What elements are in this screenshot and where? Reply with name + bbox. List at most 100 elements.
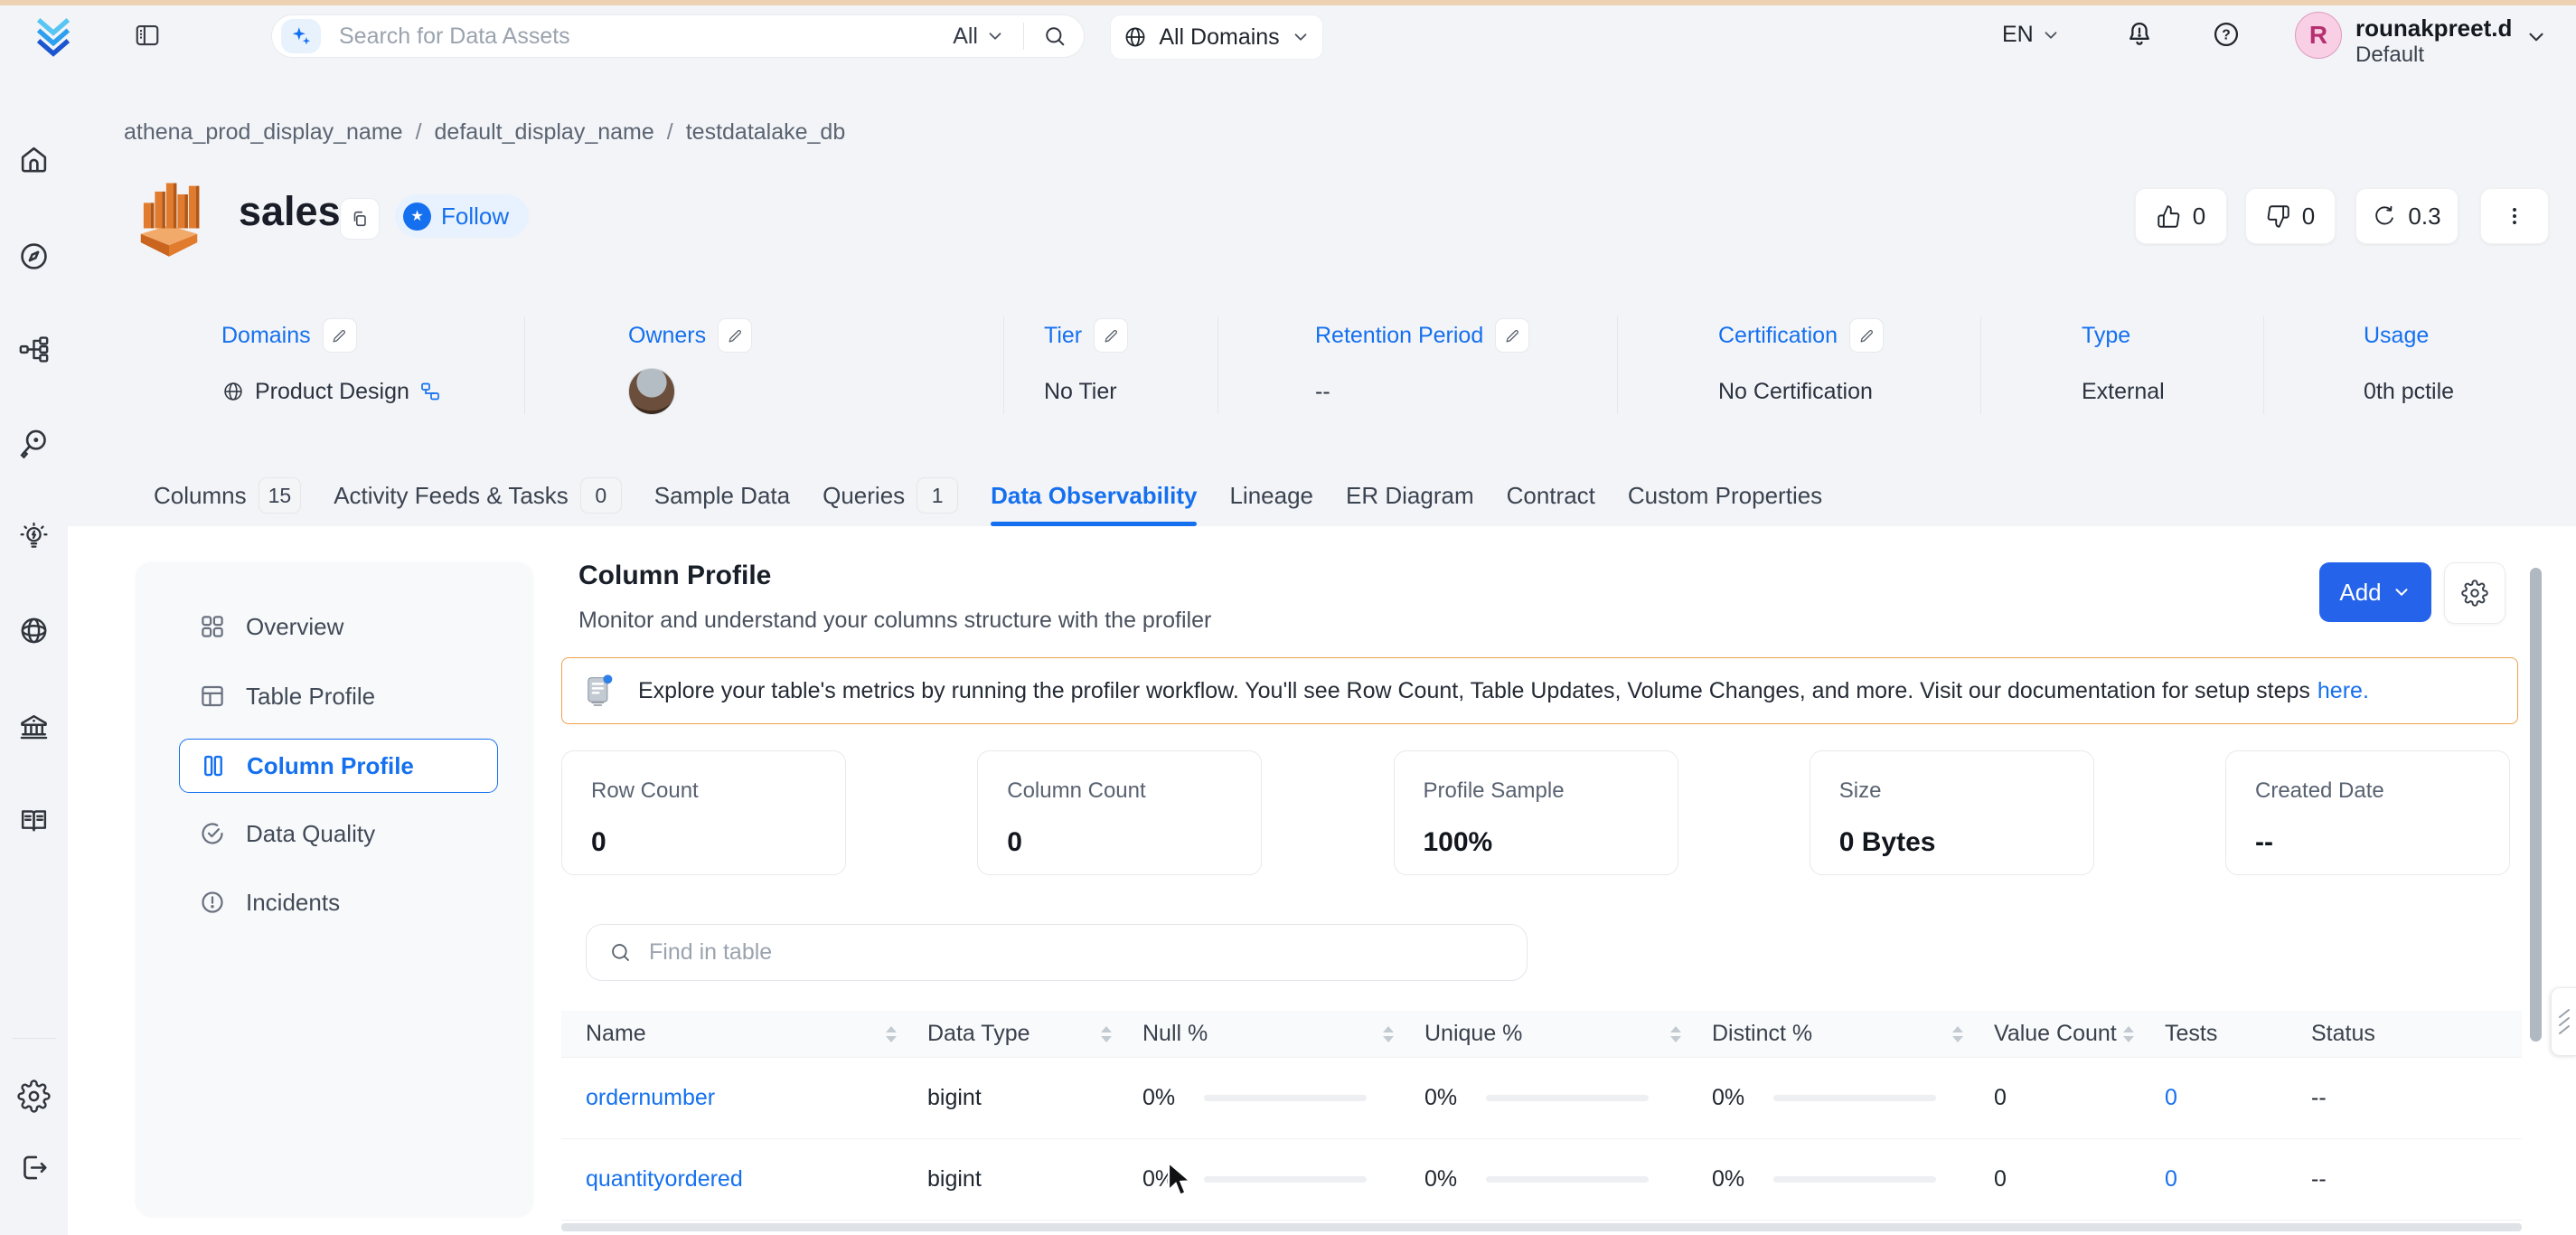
breadcrumb-database[interactable]: testdatalake_db [686, 119, 846, 146]
language-label: EN [2002, 22, 2034, 47]
globe-icon [1125, 27, 1145, 47]
nav-observability-icon[interactable] [17, 427, 51, 460]
logout-icon[interactable] [17, 1151, 51, 1184]
language-dropdown[interactable]: EN [2002, 22, 2061, 48]
type-value: External [2082, 378, 2165, 404]
profiler-settings-button[interactable] [2444, 562, 2505, 624]
edit-retention-button[interactable] [1495, 318, 1530, 353]
nav-platform-icon[interactable] [17, 333, 51, 366]
certification-label: Certification [1718, 322, 1838, 348]
progress-track [1486, 1095, 1650, 1101]
downvote-count: 0 [2301, 202, 2316, 230]
profiler-info-banner: Explore your table's metrics by running … [561, 657, 2518, 724]
banner-text: Explore your table's metrics by running … [638, 677, 2369, 703]
column-name-link[interactable]: ordernumber [586, 1085, 715, 1111]
find-in-table-input[interactable] [647, 938, 1505, 966]
upvote-button[interactable]: 0 [2135, 188, 2227, 244]
side-panel-toggle-button[interactable] [2551, 987, 2576, 1056]
nav-home-icon[interactable] [17, 143, 51, 176]
downvote-button[interactable]: 0 [2245, 188, 2336, 244]
meta-divider [1980, 316, 1981, 414]
sort-toggle-icon[interactable] [886, 1025, 897, 1042]
profiler-nav-column-profile[interactable]: Column Profile [179, 739, 498, 793]
profiler-nav-incidents[interactable]: Incidents [179, 875, 498, 929]
nav-explore-icon[interactable] [17, 240, 51, 273]
copy-name-button[interactable] [340, 198, 380, 240]
search-input[interactable] [337, 22, 954, 51]
tests-count-link[interactable]: 0 [2165, 1085, 2177, 1111]
tab-er-diagram[interactable]: ER Diagram [1346, 465, 1474, 526]
pencil-icon [1860, 329, 1873, 342]
nav-domains-icon[interactable] [17, 614, 51, 647]
nav-govern-icon[interactable] [17, 711, 51, 744]
vertical-scrollbar-thumb[interactable] [2530, 568, 2542, 1042]
usage-value: 0th pctile [2364, 378, 2455, 404]
stat-created-date: Created Date -- [2225, 750, 2510, 875]
more-actions-button[interactable] [2480, 188, 2549, 244]
sort-toggle-icon[interactable] [1101, 1025, 1112, 1042]
tab-custom-properties[interactable]: Custom Properties [1628, 465, 1822, 526]
col-header-data-type: Data Type [927, 1011, 1142, 1058]
sort-toggle-icon[interactable] [1952, 1025, 1963, 1042]
search-icon [612, 944, 629, 961]
tab-contract[interactable]: Contract [1507, 465, 1595, 526]
profiler-nav-table-profile[interactable]: Table Profile [179, 669, 498, 723]
user-menu-chevron-icon[interactable] [2524, 25, 2548, 49]
domain-value[interactable]: Product Design [255, 379, 409, 405]
nav-knowledge-icon[interactable] [17, 804, 51, 837]
profiler-nav-overview[interactable]: Overview [179, 599, 498, 654]
sort-toggle-icon[interactable] [1670, 1025, 1681, 1042]
rail-divider [13, 1038, 56, 1039]
pencil-icon [333, 329, 346, 342]
progress-track [1773, 1095, 1937, 1101]
sort-toggle-icon[interactable] [2123, 1025, 2134, 1042]
progress-track [1773, 1176, 1937, 1183]
owner-avatar[interactable] [628, 368, 675, 415]
profiler-nav-data-quality[interactable]: Data Quality [179, 806, 498, 861]
avatar[interactable]: R [2295, 12, 2342, 59]
stat-profile-sample: Profile Sample 100% [1393, 750, 1678, 875]
app-logo[interactable] [33, 16, 74, 58]
sort-toggle-icon[interactable] [1383, 1025, 1394, 1042]
help-icon[interactable]: ? [2211, 19, 2242, 50]
notifications-bell-icon[interactable] [2124, 19, 2155, 50]
tests-count-link[interactable]: 0 [2165, 1166, 2177, 1193]
retention-value: -- [1315, 378, 1330, 404]
breadcrumb: athena_prod_display_name / default_displ… [124, 119, 845, 146]
edit-domains-button[interactable] [322, 318, 357, 353]
edit-tier-button[interactable] [1094, 318, 1129, 353]
search-scope-dropdown[interactable]: All [953, 24, 1005, 50]
tab-activity-feeds[interactable]: Activity Feeds & Tasks 0 [334, 465, 622, 526]
domains-filter-dropdown[interactable]: All Domains [1110, 14, 1323, 60]
tab-lineage[interactable]: Lineage [1229, 465, 1313, 526]
add-button[interactable]: Add [2319, 562, 2431, 622]
follow-button[interactable]: ★ Follow [395, 194, 530, 238]
nav-settings-icon[interactable] [17, 1079, 51, 1113]
banner-here-link[interactable]: here. [2317, 678, 2369, 703]
chevron-down-icon [1294, 33, 1307, 41]
cell-distinct-pct: 0% [1712, 1139, 1994, 1221]
athena-service-icon [124, 172, 214, 262]
stat-row-count: Row Count 0 [561, 750, 846, 875]
edit-certification-button[interactable] [1849, 318, 1884, 353]
meta-divider [1217, 316, 1218, 414]
tab-columns[interactable]: Columns 15 [154, 465, 302, 526]
version-button[interactable]: 0.3 [2355, 188, 2458, 244]
progress-track [1204, 1176, 1368, 1183]
meta-divider [2263, 316, 2264, 414]
column-name-link[interactable]: quantityordered [586, 1166, 743, 1193]
edit-owners-button[interactable] [718, 318, 753, 353]
search-icon[interactable] [1042, 24, 1067, 49]
meta-owners: Owners [628, 316, 753, 415]
nav-insights-icon[interactable] [17, 520, 51, 553]
stat-value: -- [2255, 827, 2273, 857]
tab-sample-data[interactable]: Sample Data [654, 465, 790, 526]
sidebar-toggle-icon[interactable] [134, 22, 161, 49]
tab-data-observability[interactable]: Data Observability [991, 465, 1198, 526]
meta-divider [1617, 316, 1618, 414]
tab-queries[interactable]: Queries 1 [823, 465, 959, 526]
col-header-name: Name [561, 1011, 927, 1058]
breadcrumb-service[interactable]: athena_prod_display_name [124, 119, 403, 146]
horizontal-scrollbar[interactable] [561, 1223, 2522, 1231]
breadcrumb-database-service[interactable]: default_display_name [435, 119, 654, 146]
